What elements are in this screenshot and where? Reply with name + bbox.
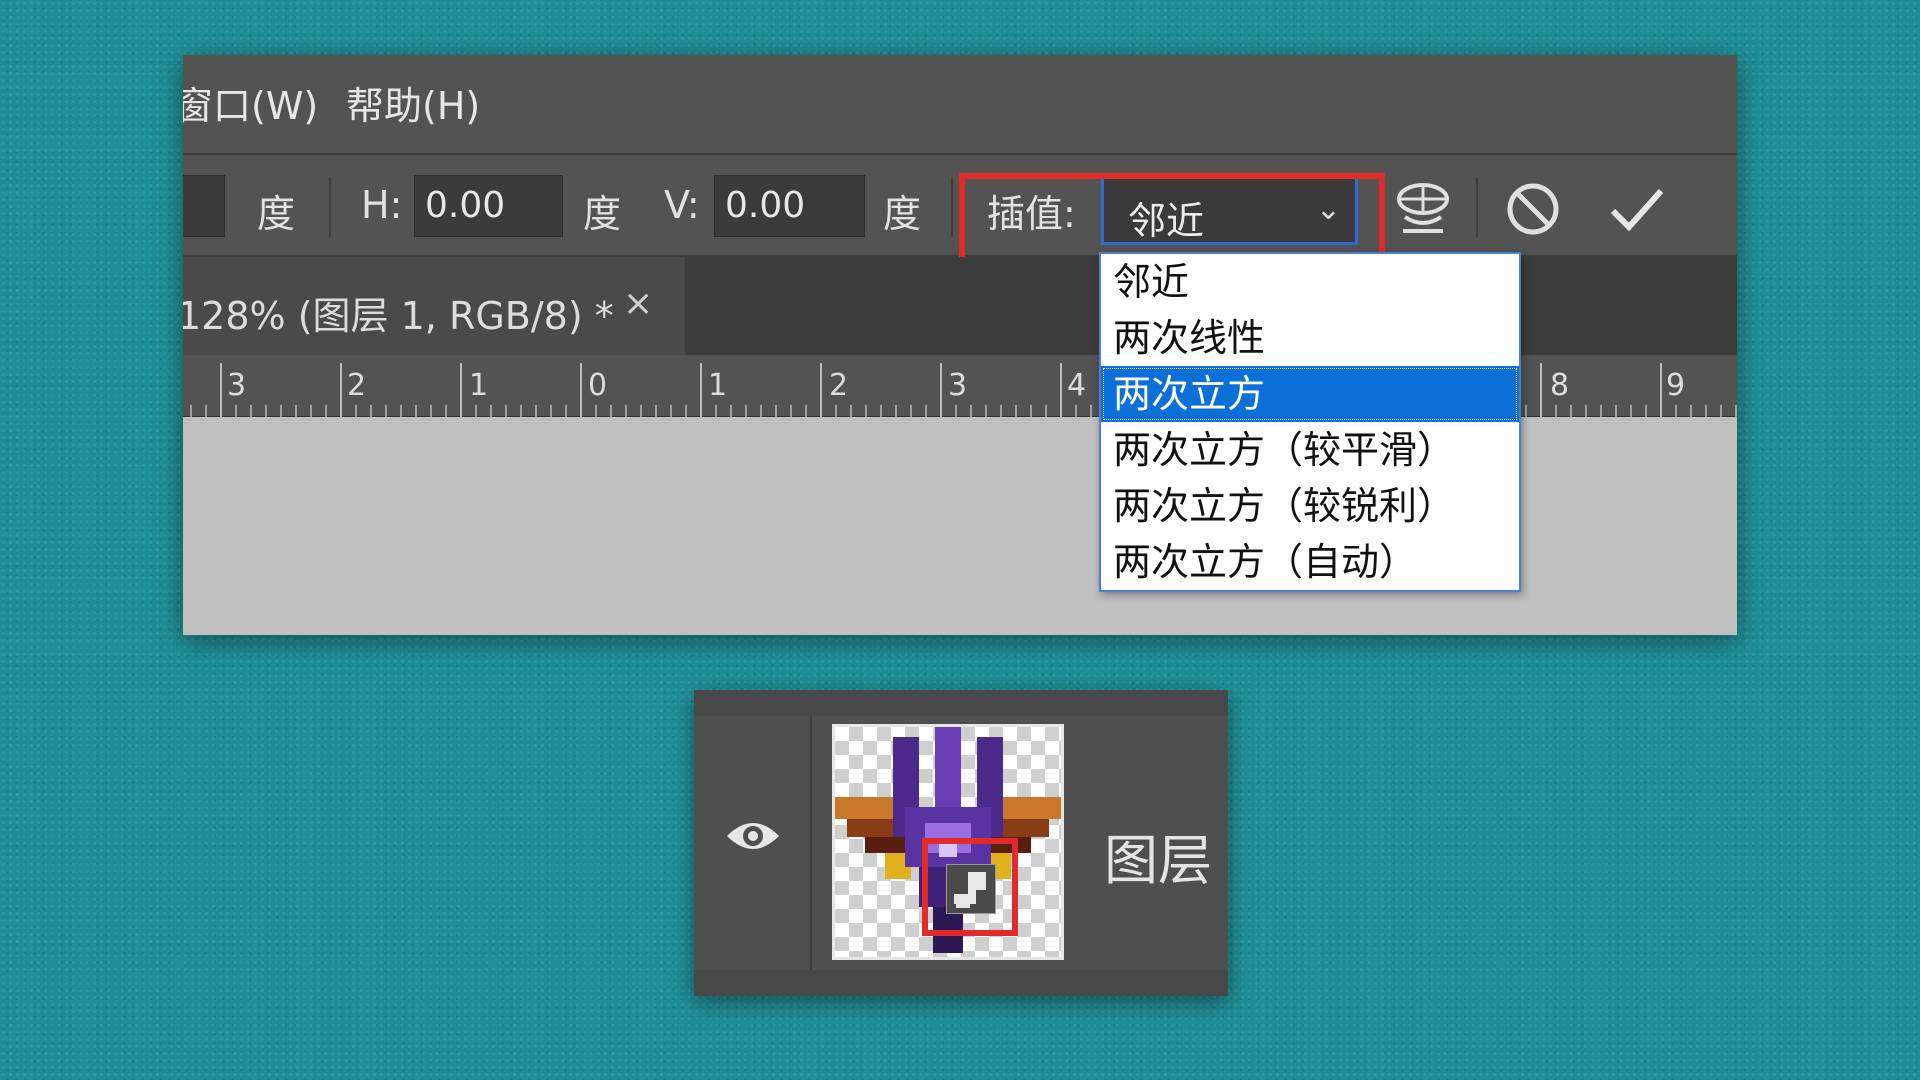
ruler-label: 9 [1666,368,1685,403]
ruler-label: 0 [588,368,607,403]
ruler-label: 2 [829,368,848,403]
separator [1476,177,1478,237]
v-skew-input[interactable]: 0.00 [714,175,865,237]
document-tab-title: 128% (图层 1, RGB/8) * [183,294,614,338]
ruler-label: 1 [469,368,488,403]
ruler-label: 3 [948,368,967,403]
ruler-label: 1 [708,368,727,403]
layer-thumbnail[interactable] [832,724,1064,960]
transform-options-bar: 度 H: 0.00 度 V: 0.00 度 插值: 邻近 ⌄ [183,153,1737,313]
layer-name[interactable]: 图层 [1104,816,1212,895]
layer-row-divider [694,690,1228,716]
menu-window[interactable]: 窗口(W) [183,75,318,130]
chevron-down-icon: ⌄ [1315,192,1341,227]
h-skew-unit-label: 度 [583,192,622,236]
dropdown-option-bicubic-auto[interactable]: 两次立方（自动） [1101,534,1519,590]
interpolation-selected-value: 邻近 [1128,199,1205,243]
interpolation-select[interactable]: 邻近 ⌄ [1101,175,1358,245]
separator [951,177,953,237]
h-skew-input[interactable]: 0.00 [414,175,563,237]
dropdown-option-bicubic-smoother[interactable]: 两次立方（较平滑） [1101,422,1519,478]
dropdown-option-bicubic-sharper[interactable]: 两次立方（较锐利） [1101,478,1519,534]
dropdown-option-bilinear[interactable]: 两次线性 [1101,310,1519,366]
interpolation-dropdown-list: 邻近 两次线性 两次立方 两次立方（较平滑） 两次立方（较锐利） 两次立方（自动… [1099,252,1521,592]
ruler-label: 8 [1550,368,1569,403]
ruler-label: 4 [1067,368,1086,403]
menu-bar: 窗口(W) 帮助(H) [183,55,1737,153]
smart-object-icon [945,863,997,918]
pixel-art-helm-image [835,727,1061,953]
angle-unit-label: 度 [257,192,296,236]
close-icon[interactable]: × [623,283,653,324]
document-tab[interactable]: 128% (图层 1, RGB/8) * × [183,257,685,355]
ruler-label: 3 [227,368,246,403]
commit-checkmark-icon[interactable] [1607,181,1667,246]
angle-field[interactable] [183,175,225,237]
dropdown-option-bicubic[interactable]: 两次立方 [1101,366,1519,422]
menu-help[interactable]: 帮助(H) [346,75,480,130]
eye-icon[interactable] [724,816,782,860]
v-skew-unit-label: 度 [883,192,922,236]
v-skew-label: V: [664,183,700,227]
interpolation-label: 插值: [987,192,1076,236]
dropdown-option-nearest[interactable]: 邻近 [1101,254,1519,310]
layer-row-divider [694,970,1228,996]
visibility-column [694,716,812,970]
separator [329,177,331,237]
layers-panel: 图层 [694,690,1228,996]
warp-toggle-icon[interactable] [1393,177,1453,250]
ruler-label: 2 [347,368,366,403]
h-skew-label: H: [361,183,403,227]
cancel-icon[interactable] [1505,181,1561,246]
